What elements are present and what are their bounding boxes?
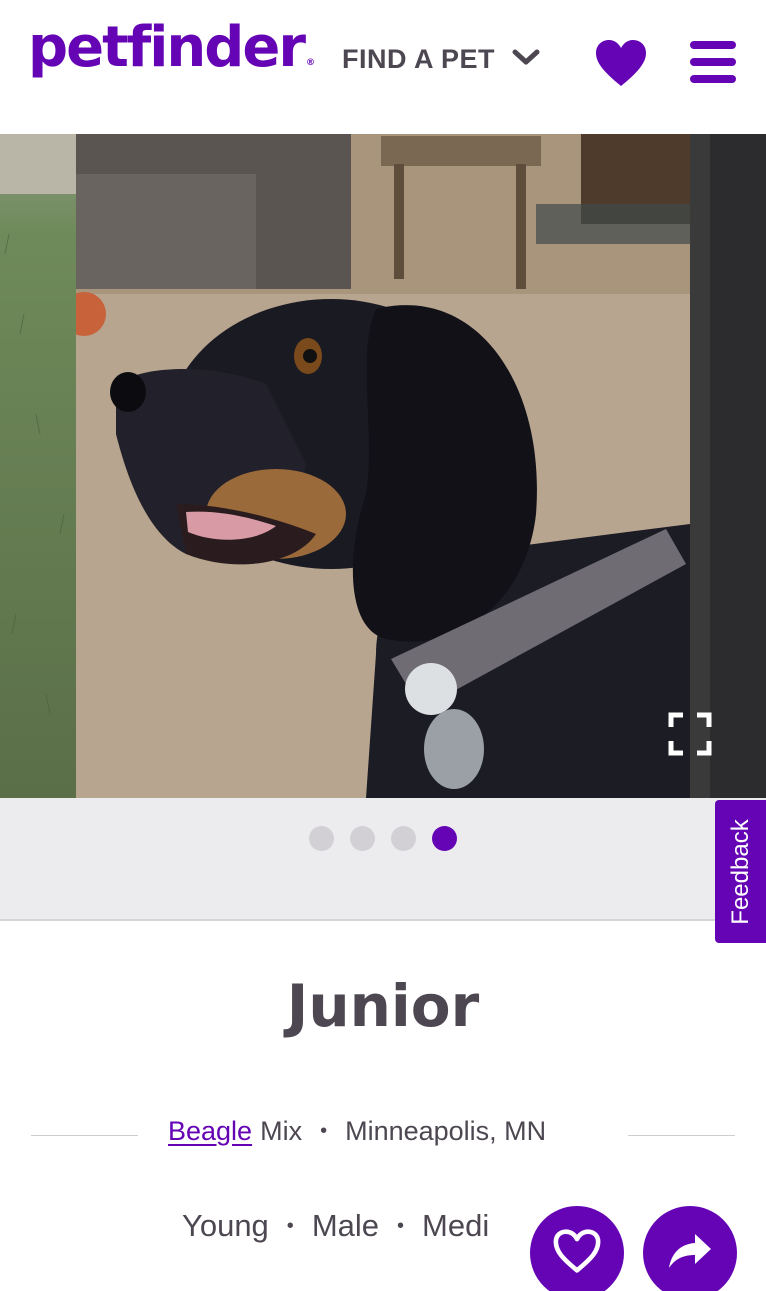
separator-dot: • bbox=[286, 1214, 294, 1237]
breed-location-row: Beagle Mix • Minneapolis, MN bbox=[168, 1116, 546, 1147]
favorite-button[interactable] bbox=[530, 1206, 624, 1291]
carousel-dot-2[interactable] bbox=[350, 826, 375, 851]
next-photo-peek[interactable] bbox=[690, 134, 766, 798]
share-arrow-icon bbox=[667, 1231, 713, 1276]
carousel-dot-3[interactable] bbox=[391, 826, 416, 851]
petfinder-logo[interactable]: petfinder ® bbox=[28, 14, 315, 81]
favorites-heart-icon[interactable] bbox=[594, 38, 648, 88]
feedback-tab[interactable]: Feedback bbox=[715, 800, 766, 943]
separator-dot: • bbox=[320, 1120, 328, 1142]
share-button[interactable] bbox=[643, 1206, 737, 1291]
logo-registered-mark: ® bbox=[305, 58, 315, 68]
hamburger-menu-icon[interactable] bbox=[690, 38, 736, 86]
breed-suffix: Mix bbox=[260, 1116, 303, 1146]
carousel-dot-4-active[interactable] bbox=[432, 826, 457, 851]
pet-photo bbox=[62, 134, 690, 798]
carousel-dot-1[interactable] bbox=[309, 826, 334, 851]
age-gender-size-row: Young • Male • Medi bbox=[182, 1208, 489, 1244]
find-a-pet-label: FIND A PET bbox=[342, 44, 495, 74]
pet-location: Minneapolis, MN bbox=[345, 1116, 547, 1146]
breed-link[interactable]: Beagle bbox=[168, 1116, 252, 1147]
carousel-pagination-bar bbox=[0, 798, 766, 921]
previous-photo-peek[interactable] bbox=[0, 134, 76, 798]
divider-left bbox=[31, 1135, 138, 1136]
pet-gender: Male bbox=[311, 1208, 380, 1243]
chevron-down-icon bbox=[511, 47, 541, 72]
divider-right bbox=[628, 1135, 735, 1136]
pet-age: Young bbox=[182, 1208, 269, 1243]
fullscreen-icon[interactable] bbox=[668, 712, 712, 756]
find-a-pet-menu[interactable]: FIND A PET bbox=[342, 44, 541, 75]
heart-outline-icon bbox=[552, 1228, 602, 1279]
feedback-label: Feedback bbox=[726, 818, 754, 925]
site-header: petfinder ® FIND A PET bbox=[0, 0, 766, 134]
logo-text: petfinder bbox=[28, 15, 306, 80]
pet-name: Junior bbox=[286, 972, 480, 1040]
separator-dot: • bbox=[397, 1214, 405, 1237]
carousel-dots bbox=[309, 826, 457, 851]
pet-size: Medi bbox=[422, 1208, 490, 1243]
photo-carousel[interactable] bbox=[0, 134, 766, 798]
